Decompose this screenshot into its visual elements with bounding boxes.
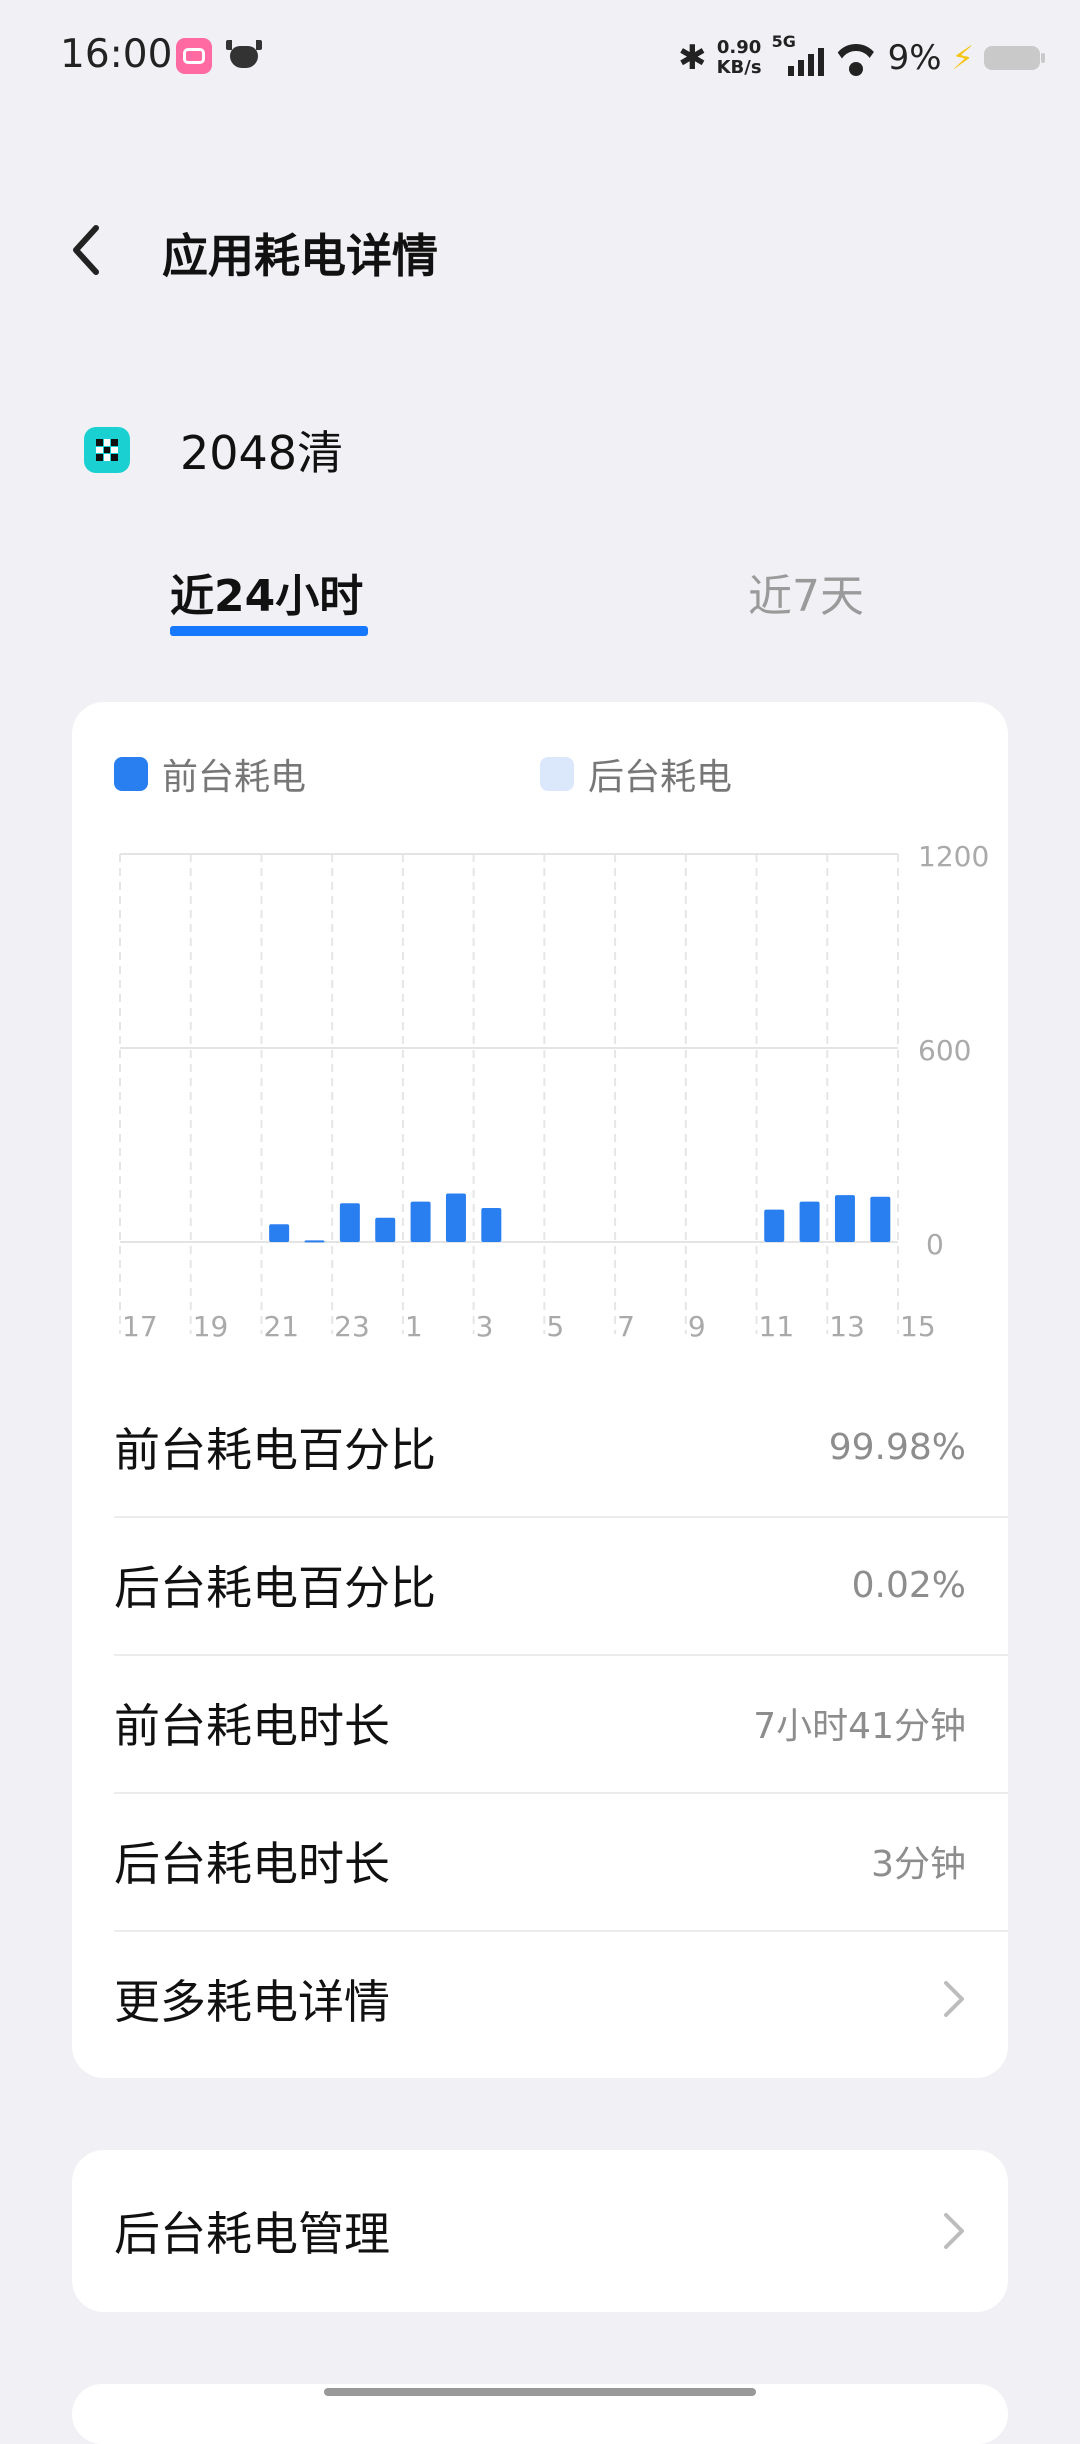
- power-detail-card: 前台耗电 后台耗电 1200 600 0 17 19 21 23 1 3 5 7 9 11 13 15 前台…: [72, 702, 1008, 2078]
- legend-foreground-label: 前台耗电: [162, 757, 307, 798]
- stat-value: 0.02%: [851, 1564, 966, 1606]
- bluetooth-icon: ✱: [678, 38, 707, 78]
- chart-bar: [834, 1195, 855, 1242]
- net-speed-value: 0.90: [716, 37, 762, 58]
- chart-bar: [799, 1201, 820, 1242]
- x-tick-label: 17: [122, 1310, 158, 1343]
- legend-background: 后台耗电: [540, 748, 732, 800]
- stat-label: 后台耗电百分比: [114, 1561, 436, 1615]
- app-info: 2048清: [84, 420, 343, 480]
- header: 应用耗电详情: [0, 190, 1080, 310]
- stat-value: 99.98%: [828, 1426, 966, 1468]
- battery-icon: [984, 46, 1045, 70]
- x-tick-label: 3: [476, 1310, 494, 1343]
- y-tick-label: 0: [926, 1228, 944, 1261]
- cow-app-icon: [226, 38, 262, 74]
- chart-bar: [375, 1217, 396, 1242]
- battery-percent: 9%: [887, 38, 942, 78]
- stat-value: 7小时41分钟: [753, 1706, 966, 1747]
- page-title: 应用耗电详情: [162, 229, 438, 283]
- x-tick-label: 13: [829, 1310, 865, 1343]
- chart-bar: [339, 1203, 360, 1242]
- legend-background-swatch: [540, 757, 574, 791]
- tab-24h[interactable]: 近24小时: [170, 560, 363, 624]
- net-speed: 0.90 KB/s: [717, 38, 762, 78]
- tab-7d[interactable]: 近7天: [748, 560, 864, 624]
- x-tick-label: 7: [617, 1310, 635, 1343]
- x-tick-label: 1: [405, 1310, 423, 1343]
- more-details-label: 更多耗电详情: [114, 1975, 390, 2029]
- x-tick-label: 5: [546, 1310, 564, 1343]
- bg-power-manage-row[interactable]: 后台耗电管理: [114, 2150, 966, 2312]
- x-tick-label: 15: [900, 1310, 936, 1343]
- x-tick-label: 23: [334, 1310, 370, 1343]
- stat-row-bg-percent: 后台耗电百分比 0.02%: [114, 1516, 1008, 1656]
- app-2048-icon: [84, 427, 130, 473]
- status-time: 16:00: [60, 32, 173, 77]
- stat-label: 前台耗电百分比: [114, 1423, 436, 1477]
- chart-bar: [870, 1196, 891, 1242]
- net-speed-unit: KB/s: [716, 57, 762, 78]
- legend-foreground: 前台耗电: [114, 748, 306, 800]
- chart-bar: [445, 1193, 466, 1242]
- home-indicator[interactable]: [324, 2388, 756, 2396]
- legend-background-label: 后台耗电: [588, 757, 733, 798]
- stat-row-fg-duration: 前台耗电时长 7小时41分钟: [114, 1654, 1008, 1794]
- back-arrow-icon[interactable]: [66, 222, 106, 278]
- app-name: 2048清: [180, 426, 344, 480]
- bg-manage-label: 后台耗电管理: [114, 2207, 390, 2261]
- x-tick-label: 11: [759, 1310, 795, 1343]
- bilibili-icon: [176, 38, 212, 74]
- x-tick-label: 19: [193, 1310, 229, 1343]
- chart-bar: [764, 1209, 785, 1242]
- more-power-details-row[interactable]: 更多耗电详情: [114, 1930, 1008, 2068]
- x-tick-label: 21: [263, 1310, 299, 1343]
- chart-bar: [304, 1240, 325, 1243]
- chart-bar: [481, 1208, 502, 1242]
- stat-label: 前台耗电时长: [114, 1699, 390, 1753]
- charging-bolt-icon: ⚡: [951, 39, 974, 77]
- status-icons: ✱ 0.90 KB/s 5G 9% ⚡: [678, 30, 1045, 86]
- chevron-right-icon: [942, 1979, 966, 2019]
- stat-row-bg-duration: 后台耗电时长 3分钟: [114, 1792, 1008, 1932]
- wifi-icon: [834, 40, 878, 76]
- stat-row-fg-percent: 前台耗电百分比 99.98%: [114, 1378, 1008, 1518]
- y-tick-label: 1200: [918, 840, 989, 873]
- x-tick-label: 9: [688, 1310, 706, 1343]
- bg-power-manage-card[interactable]: 后台耗电管理: [72, 2150, 1008, 2312]
- stat-value: 3分钟: [871, 1844, 966, 1885]
- tab-indicator: [170, 626, 368, 636]
- time-range-tabs: 近24小时 近7天: [0, 560, 1080, 640]
- y-tick-label: 600: [918, 1034, 971, 1067]
- signal-icon: 5G: [772, 32, 824, 78]
- chart-bar: [269, 1224, 290, 1242]
- stat-label: 后台耗电时长: [114, 1837, 390, 1891]
- status-bar: 16:00 ✱ 0.90 KB/s 5G 9% ⚡: [0, 0, 1080, 116]
- chart-bar: [410, 1201, 431, 1242]
- chevron-right-icon: [942, 2211, 966, 2251]
- legend-foreground-swatch: [114, 757, 148, 791]
